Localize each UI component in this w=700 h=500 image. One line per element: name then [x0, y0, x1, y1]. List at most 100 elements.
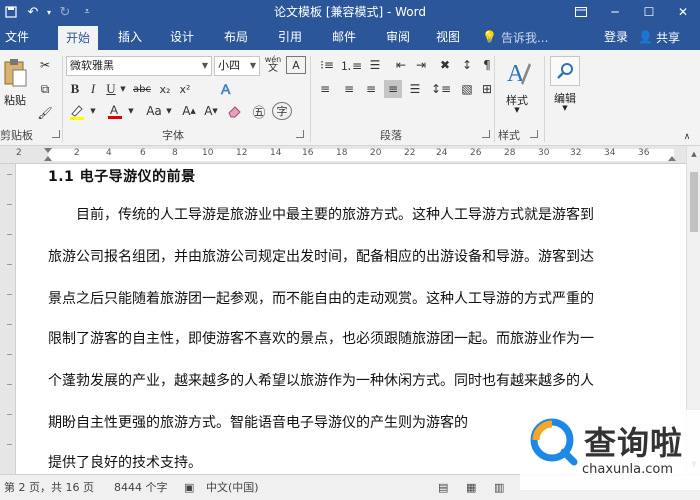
ruler-number: 26	[470, 148, 482, 158]
styles-launcher-icon[interactable]	[530, 130, 538, 138]
bold-button[interactable]: B	[66, 80, 84, 98]
ruler-number: 2	[74, 148, 80, 158]
print-layout-icon[interactable]: ▦	[466, 475, 476, 500]
paragraph-launcher-icon[interactable]	[482, 130, 490, 138]
ruler-number: 6	[140, 148, 146, 158]
proofing-icon[interactable]: ▣	[184, 475, 194, 500]
vertical-ruler[interactable]	[0, 164, 16, 474]
line-spacing-icon[interactable]: ↕≡	[430, 80, 452, 98]
format-painter-icon[interactable]: 🖌	[36, 104, 54, 122]
char-shading-icon[interactable]: ㊄	[250, 102, 268, 120]
align-left-icon[interactable]: ≡	[316, 80, 334, 98]
font-color-glyph: A	[110, 103, 118, 117]
align-center-icon[interactable]: ≡	[340, 80, 358, 98]
search-icon[interactable]	[550, 56, 580, 86]
word-count[interactable]: 8444 个字	[114, 475, 168, 500]
strikethrough-button[interactable]: abc	[130, 80, 154, 98]
justify-icon[interactable]: ≡	[384, 80, 402, 98]
ribbon-display-options-icon[interactable]	[564, 0, 598, 24]
share-button[interactable]: 👤 共享	[638, 24, 680, 50]
redo-icon[interactable]: ↻	[54, 0, 76, 24]
numbering-icon[interactable]: ⒈≡	[340, 56, 362, 74]
ruler-number: 20	[370, 148, 382, 158]
tell-me-box[interactable]: 💡 告诉我...	[482, 24, 548, 50]
character-border-icon[interactable]: A	[286, 56, 306, 74]
phonetic-guide-icon[interactable]: wén 文	[263, 56, 283, 74]
body-line: 限制了游客的自主性，即使游客不喜欢的景点，也必须跟随旅游团一起。而旅游业作为一	[48, 331, 594, 347]
scrollbar-thumb[interactable]	[690, 172, 698, 232]
ruler-number: 8	[172, 148, 178, 158]
save-icon[interactable]	[0, 0, 22, 24]
body-line: 景点之后只能随着旅游团一起参观，而不能自由的走动观赏。这种人工导游的方式严重的	[48, 291, 594, 307]
multilevel-list-icon[interactable]: ☰	[364, 56, 386, 74]
distribute-icon[interactable]: ☰	[406, 80, 424, 98]
clipboard-launcher-icon[interactable]	[52, 130, 60, 138]
chevron-down-icon[interactable]: ▼	[512, 106, 522, 114]
font-color-icon[interactable]: A	[104, 102, 126, 120]
first-line-indent-marker[interactable]	[44, 148, 52, 153]
right-indent-marker[interactable]	[668, 156, 676, 161]
align-right-icon[interactable]: ≡	[362, 80, 380, 98]
tab-design[interactable]: 设计	[162, 24, 202, 50]
bullets-icon[interactable]: ⁝≡	[316, 56, 338, 74]
svg-text:A: A	[221, 81, 231, 97]
language-indicator[interactable]: 中文(中国)	[206, 475, 259, 500]
customize-toolbar-icon[interactable]: ⩡	[76, 0, 98, 24]
font-size-value: 小四	[218, 59, 240, 72]
font-name-select[interactable]: 微软雅黑 ▼	[66, 56, 212, 76]
paste-icon[interactable]	[0, 56, 30, 90]
sort-icon[interactable]: ↕	[458, 56, 476, 74]
read-mode-icon[interactable]: ▤	[438, 475, 448, 500]
change-case-button[interactable]: Aa	[142, 102, 166, 120]
text-effects-icon[interactable]: A	[218, 80, 236, 98]
chinese-layout-icon[interactable]: ✖	[436, 56, 454, 74]
tab-layout[interactable]: 布局	[216, 24, 256, 50]
font-launcher-icon[interactable]	[296, 130, 304, 138]
tab-mailings[interactable]: 邮件	[324, 24, 364, 50]
eraser-icon[interactable]	[226, 102, 244, 120]
enclose-characters-icon[interactable]: 字	[272, 102, 292, 120]
tab-insert[interactable]: 插入	[110, 24, 150, 50]
collapse-ribbon-icon[interactable]: ∧	[680, 128, 694, 146]
close-icon[interactable]: ✕	[666, 0, 700, 24]
chevron-down-icon[interactable]: ▼	[118, 80, 128, 98]
cut-icon[interactable]: ✂	[36, 56, 54, 74]
superscript-button[interactable]: x²	[176, 80, 194, 98]
paste-label[interactable]: 粘贴	[0, 92, 30, 108]
horizontal-ruler[interactable]: 2 2 4 6 8 10 12 14 16 18 20 22 24 26 28 …	[0, 146, 700, 164]
copy-icon[interactable]: ⧉	[36, 80, 54, 98]
tab-view[interactable]: 视图	[428, 24, 468, 50]
font-size-select[interactable]: 小四 ▼	[214, 56, 260, 76]
maximize-icon[interactable]: ☐	[632, 0, 666, 24]
shading-icon[interactable]: ▧	[458, 80, 476, 98]
left-indent-marker[interactable]	[44, 156, 52, 161]
tab-references[interactable]: 引用	[270, 24, 310, 50]
chevron-down-icon[interactable]: ▼	[560, 104, 570, 112]
styles-icon[interactable]: A	[502, 56, 534, 90]
chevron-down-icon[interactable]: ▼	[126, 102, 136, 120]
italic-button[interactable]: I	[84, 80, 102, 98]
tab-home[interactable]: 开始	[58, 26, 98, 50]
increase-indent-icon[interactable]: ⇥	[412, 56, 430, 74]
ruler-number: 24	[436, 148, 448, 158]
chevron-down-icon[interactable]: ▼	[88, 102, 98, 120]
undo-dropdown-icon[interactable]: ▾	[44, 0, 54, 24]
font-group-label: 字体	[162, 129, 184, 142]
login-button[interactable]: 登录	[604, 24, 628, 50]
shrink-font-icon[interactable]: A ▼	[202, 102, 220, 120]
grow-font-icon[interactable]: A ▲	[180, 102, 198, 120]
page-count[interactable]: 第 2 页，共 16 页	[4, 475, 94, 500]
tab-review[interactable]: 审阅	[378, 24, 418, 50]
chevron-down-icon[interactable]: ▼	[164, 102, 174, 120]
minimize-icon[interactable]: ─	[598, 0, 632, 24]
tab-file[interactable]: 文件	[0, 24, 34, 50]
undo-icon[interactable]: ↶	[22, 0, 44, 24]
highlight-icon[interactable]	[66, 102, 88, 120]
subscript-button[interactable]: x₂	[156, 80, 174, 98]
web-layout-icon[interactable]: ▥	[494, 475, 504, 500]
scroll-up-icon[interactable]: ▲	[687, 148, 700, 160]
tell-me-placeholder: 告诉我...	[500, 30, 549, 45]
ruler-tick	[7, 234, 12, 235]
ribbon-tabs: 文件 开始 插入 设计 布局 引用 邮件 审阅 视图 💡 告诉我... 登录 👤…	[0, 24, 700, 50]
decrease-indent-icon[interactable]: ⇤	[392, 56, 410, 74]
